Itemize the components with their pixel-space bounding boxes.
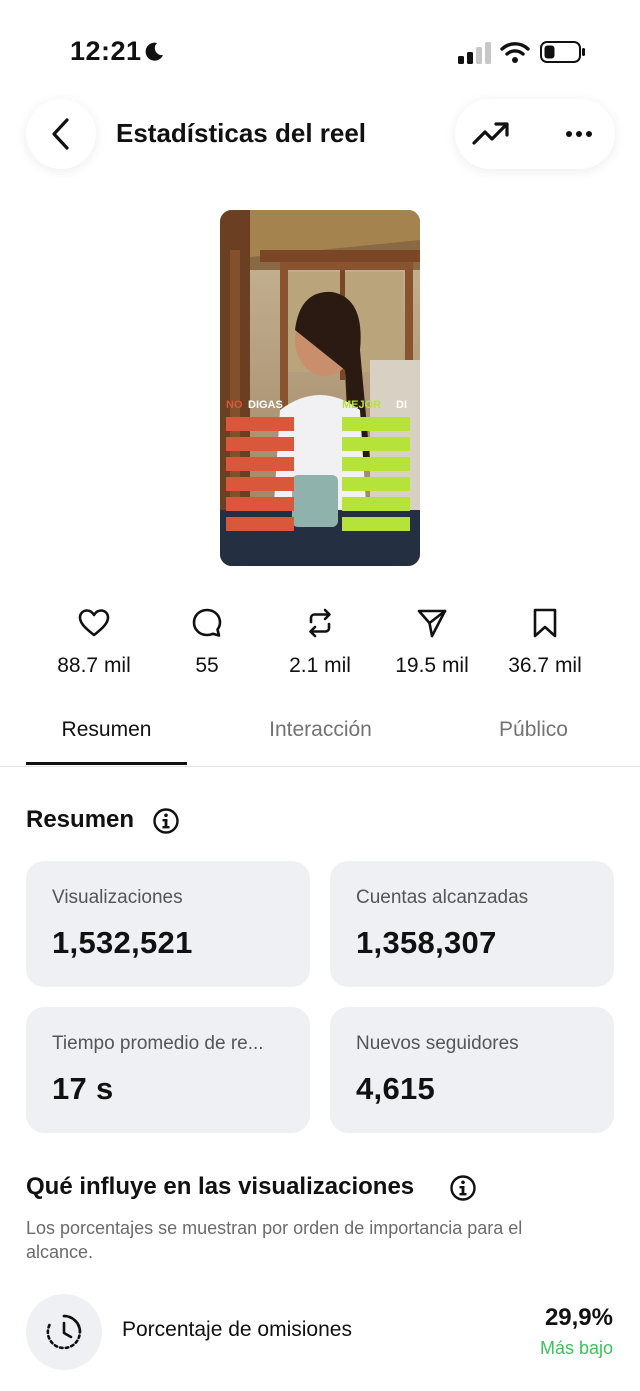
metric-comments: 55 (152, 606, 262, 678)
stat-label: Cuentas alcanzadas (356, 887, 529, 908)
comments-count: 55 (195, 654, 219, 677)
stat-card-new-followers[interactable]: Nuevos seguidores 4,615 (330, 1007, 614, 1133)
active-tab-indicator (26, 762, 187, 765)
skip-rate-comparison: Más bajo (539, 1338, 613, 1358)
stat-card-avg-watch-time[interactable]: Tiempo promedio de re... 17 s (26, 1007, 310, 1133)
stat-card-views[interactable]: Visualizaciones 1,532,521 (26, 861, 310, 987)
stat-label: Nuevos seguidores (356, 1033, 519, 1054)
metric-saves: 36.7 mil (490, 606, 600, 678)
bookmark-icon (533, 608, 557, 638)
caption-di: DI (396, 399, 407, 411)
likes-count: 88.7 mil (57, 654, 131, 677)
saves-count: 36.7 mil (508, 654, 582, 677)
battery-icon (540, 41, 585, 63)
stat-card-accounts-reached[interactable]: Cuentas alcanzadas 1,358,307 (330, 861, 614, 987)
share-icon (417, 609, 447, 638)
comment-icon (192, 608, 222, 637)
caption-no: NO (226, 399, 243, 411)
more-options-button[interactable] (559, 117, 599, 151)
trend-button[interactable] (471, 117, 511, 151)
moon-icon (145, 42, 163, 61)
status-time: 12:21 (70, 36, 142, 66)
stat-value: 17 s (52, 1071, 114, 1106)
stat-label: Visualizaciones (52, 887, 183, 908)
tab-interaccion[interactable]: Interacción (240, 718, 401, 742)
timer-icon (46, 1314, 82, 1350)
caption-digas: DIGAS (248, 399, 283, 411)
shares-count: 19.5 mil (395, 654, 469, 677)
stat-value: 4,615 (356, 1071, 436, 1106)
heart-icon (78, 609, 110, 637)
metric-shares: 19.5 mil (377, 606, 487, 678)
reposts-count: 2.1 mil (289, 654, 351, 677)
metric-likes: 88.7 mil (39, 606, 149, 678)
header-actions (455, 99, 615, 169)
influence-description: Los porcentajes se muestran por orden de… (26, 1218, 523, 1262)
stat-value: 1,358,307 (356, 925, 497, 960)
stat-value: 1,532,521 (52, 925, 193, 960)
page-title: Estadísticas del reel (116, 118, 367, 148)
info-icon[interactable] (152, 807, 180, 835)
metric-reposts: 2.1 mil (265, 606, 375, 678)
tab-resumen[interactable]: Resumen (26, 718, 187, 742)
timer-icon-circle (26, 1294, 102, 1370)
reel-preview-image: NO DIGAS MEJOR DI (220, 210, 420, 566)
wifi-icon (500, 42, 530, 63)
reel-thumbnail[interactable]: NO DIGAS MEJOR DI (220, 210, 420, 566)
caption-mejor: MEJOR (342, 399, 381, 411)
chevron-left-icon (52, 118, 69, 150)
trending-up-icon (472, 122, 509, 145)
stat-label: Tiempo promedio de re... (52, 1033, 264, 1054)
repost-icon (309, 608, 331, 638)
skip-rate-label: Porcentaje de omisiones (122, 1318, 352, 1341)
info-icon[interactable] (449, 1174, 477, 1202)
tab-divider (0, 766, 640, 767)
tab-publico[interactable]: Público (453, 718, 614, 742)
summary-title: Resumen (26, 806, 135, 833)
status-bar: 12:21 (0, 0, 640, 100)
back-button[interactable] (26, 99, 96, 169)
influence-title: Qué influye en las visualizaciones (26, 1173, 415, 1200)
skip-rate-value: 29,9% (544, 1304, 613, 1331)
cellular-signal-icon (458, 42, 491, 64)
more-horizontal-icon (566, 131, 592, 137)
